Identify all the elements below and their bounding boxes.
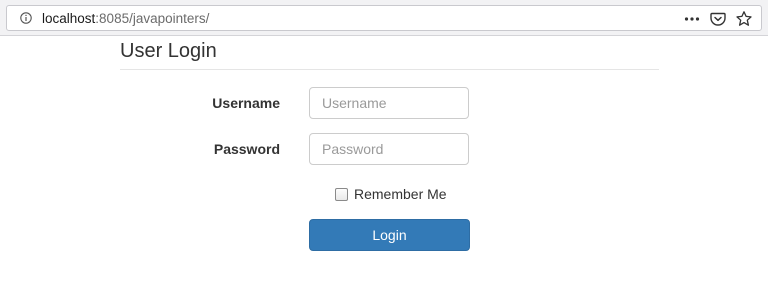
password-row: Password	[120, 133, 659, 165]
page-title: User Login	[120, 40, 217, 62]
more-icon[interactable]	[683, 10, 701, 28]
title-divider	[120, 69, 659, 70]
username-row: Username	[120, 87, 659, 119]
browser-toolbar: localhost:8085/javapointers/	[0, 0, 768, 36]
pocket-icon[interactable]	[709, 10, 727, 28]
url-path: :8085/javapointers/	[95, 11, 210, 26]
login-button[interactable]: Login	[309, 219, 470, 251]
password-input[interactable]	[309, 133, 469, 165]
remember-me[interactable]: Remember Me	[335, 184, 447, 204]
password-label: Password	[213, 141, 280, 157]
remember-me-label: Remember Me	[354, 186, 447, 202]
page-actions	[683, 10, 753, 28]
remember-me-checkbox[interactable]	[335, 187, 348, 201]
login-panel: User Login Username Password Remember Me…	[120, 36, 659, 251]
username-label: Username	[212, 95, 280, 111]
bookmark-star-icon[interactable]	[735, 10, 753, 28]
url-host: localhost	[42, 11, 96, 26]
info-icon[interactable]	[20, 12, 32, 24]
url-text[interactable]: localhost:8085/javapointers/	[42, 11, 209, 27]
address-bar[interactable]: localhost:8085/javapointers/	[6, 5, 762, 31]
username-input[interactable]	[309, 87, 469, 119]
